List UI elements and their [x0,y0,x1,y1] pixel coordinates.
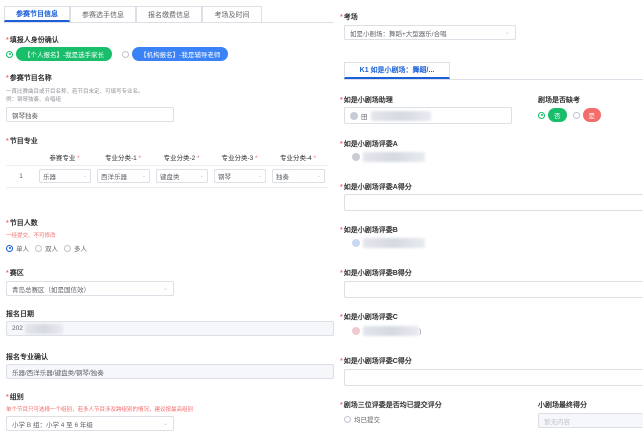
radio-dot [35,244,42,252]
redacted-name [363,326,419,336]
redacted-name [370,110,431,121]
submitted-radio[interactable]: 均已提交 [344,414,380,424]
col-header-cat3: 专业分类-3 * [221,154,258,162]
judge-a-value [352,152,425,162]
people-multi-radio[interactable]: 多人 [64,243,87,253]
row-index: 1 [6,164,36,188]
col-header-cat4: 专业分类-4 * [279,154,317,162]
program-name-input[interactable]: 钢琴独奏 [6,107,174,122]
people-options: 单人 双人 多人 [6,243,93,253]
radio-dot [344,415,351,423]
date-field: 202 [6,321,334,336]
program-name-hint: 一首比赛曲目或节目名称、若节目未定、可填写专业名。 [6,89,144,95]
identity-options: 【个人报名】-我是选手家长 【机构报名】-我是辅导老师 [6,47,234,61]
chevron-down-icon: ⌄ [162,286,168,292]
group-warning: 单个节目只可选择一个组别，若多人节目涉及跨组别的情况，建议按最高组别 [6,407,194,413]
absent-no-radio[interactable]: 否 [538,108,567,122]
people-double-radio[interactable]: 双人 [35,243,58,253]
radio-dot [122,50,130,58]
cat2-select[interactable]: 键盘类 ⌄ [156,169,208,183]
judge-c-score-input[interactable] [344,369,643,386]
tab-program-info[interactable]: 参赛节目信息 [4,6,70,22]
avatar [352,239,360,247]
chevron-down-icon: ⌄ [316,173,321,179]
chevron-down-icon: ⌄ [257,173,262,179]
redacted-name [363,238,425,248]
redacted-date [24,323,63,334]
final-score-label: 小剧场最终得分 [538,402,587,409]
subtab-k1[interactable]: K1 如是小剧场：舞蹈/... [344,62,450,79]
group-select[interactable]: 小学 B 组：小学 4 至 6 年级 ⌄ [6,416,174,431]
tab-divider [4,22,334,23]
absent-options: 否 是 [538,108,607,122]
submitted-options: 均已提交 [344,414,386,425]
final-score-field: 暂无内容 [538,413,643,428]
chevron-down-icon: ⌄ [141,173,146,179]
cat1-select[interactable]: 西洋乐器 ⌄ [97,169,150,183]
tab-venue-time[interactable]: 考场及时间 [202,6,262,22]
judge-b-score-label: *如是小剧场评委B得分 [340,270,412,277]
program-name-example: 例：钢琴独奏、合唱组 [6,97,62,103]
judge-b-label: *如是小剧场评委B [340,227,398,234]
assistant-label: *如是小剧场助理 [340,97,393,104]
judge-b-value [352,238,425,248]
chevron-down-icon: ⌄ [162,421,168,427]
major-label: *节目专业 [6,138,38,145]
judge-c-value: ） [352,326,426,336]
major-table: 参赛专业 * 专业分类-1 * 专业分类-2 * 专业分类-3 * 专业分类-4… [6,149,328,188]
region-label: *赛区 [6,270,24,277]
chevron-down-icon: ⌄ [199,173,204,179]
program-name-value: 钢琴独奏 [12,112,38,120]
radio-dot [538,111,545,119]
absent-yes-radio[interactable]: 是 [572,108,601,122]
radio-dot [6,244,13,252]
major-confirm-label: 报名专业确认 [6,354,48,361]
subtab-divider [344,79,643,80]
cat3-select[interactable]: 钢琴 ⌄ [214,169,266,183]
table-row: 1 乐器 ⌄ 西洋乐器 ⌄ 键盘类 ⌄ 钢琴 ⌄ 独奏 ⌄ [6,164,328,188]
people-label: *节目人数 [6,220,38,227]
avatar [350,111,358,120]
absent-label: 剧场是否缺考 [538,97,580,104]
avatar [352,327,360,335]
major-select[interactable]: 乐器 ⌄ [39,169,91,183]
identity-personal-pill: 【个人报名】-我是选手家长 [16,47,113,61]
judge-b-score-input[interactable] [344,281,643,298]
major-table-header: 参赛专业 * 专业分类-1 * 专业分类-2 * 专业分类-3 * 专业分类-4… [6,149,328,165]
col-header-cat2: 专业分类-2 * [163,154,200,162]
radio-dot [572,111,580,119]
identity-personal-radio[interactable]: 【个人报名】-我是选手家长 [6,47,113,61]
region-select[interactable]: 青岛总赛区（如是国信效） ⌄ [6,281,174,296]
group-label: *组别 [6,394,24,401]
col-header-cat1: 专业分类-1 * [104,154,142,162]
judge-a-score-input[interactable] [344,194,643,211]
people-single-radio[interactable]: 单人 [6,243,29,253]
redacted-name [363,152,425,162]
program-name-label: *参赛节目名称 [6,75,52,82]
judge-a-label: *如是小剧场评委A [340,141,398,148]
assistant-field[interactable]: 田 [344,107,512,124]
identity-org-radio[interactable]: 【机构报名】-我是辅导老师 [122,47,229,61]
submitted-label: *剧场三位评委是否均已提交评分 [340,402,442,409]
radio-dot [6,50,13,58]
chevron-down-icon: ⌄ [82,173,87,179]
identity-label: *填报人身份确认 [6,37,59,44]
cat4-select[interactable]: 独奏 ⌄ [272,169,325,183]
venue-label: *考场 [340,14,358,21]
judge-a-score-label: *如是小剧场评委A得分 [340,184,412,191]
date-label: 报名日期 [6,311,34,318]
col-header-major: 参赛专业 * [49,154,80,162]
radio-dot [64,244,71,252]
venue-select[interactable]: 如是小剧场：舞蹈+大型器乐/合唱 ⌄ [344,25,516,40]
tab-payment-info[interactable]: 报名缴费信息 [136,6,202,22]
judge-c-score-label: *如是小剧场评委C得分 [340,358,412,365]
tab-player-info[interactable]: 参赛选手信息 [70,6,136,22]
people-warning: 一经提交、不可修改 [6,233,56,239]
judge-c-label: *如是小剧场评委C [340,314,398,321]
identity-org-pill: 【机构报名】-我是辅导老师 [132,47,229,61]
chevron-down-icon: ⌄ [504,30,510,36]
avatar [352,153,360,161]
major-confirm-field: 乐器/西洋乐器/键盘类/钢琴/独奏 [6,364,334,379]
